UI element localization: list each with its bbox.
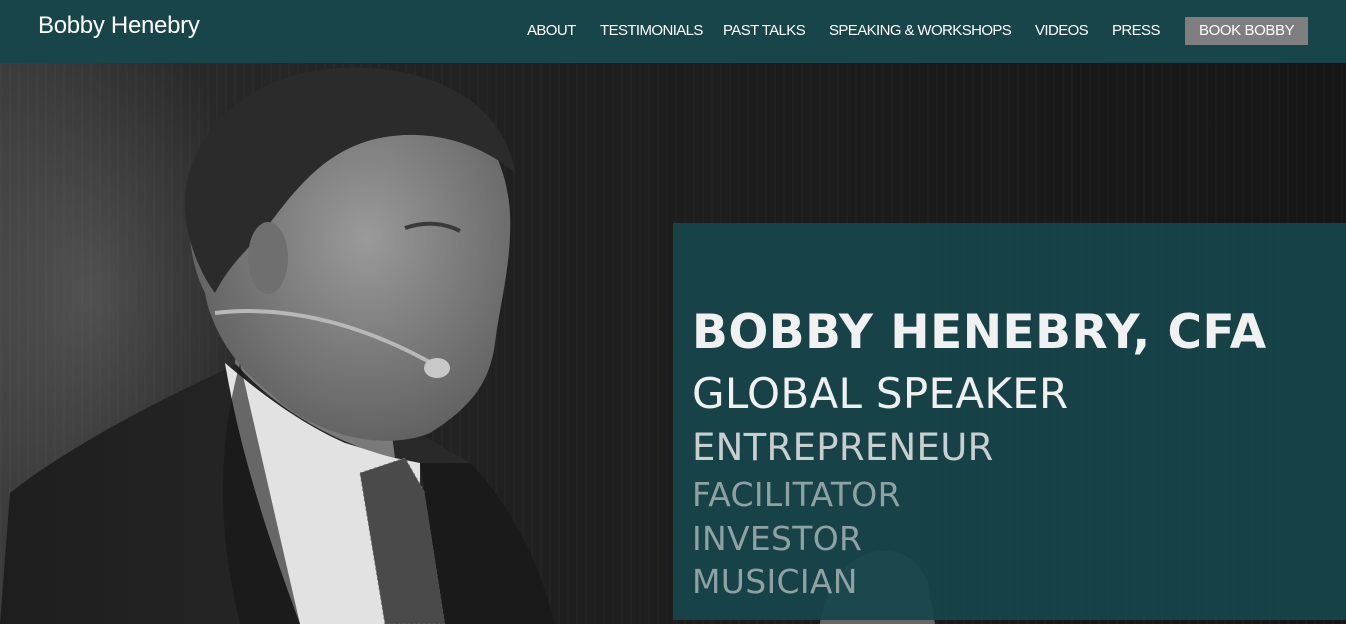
nav-press-link[interactable]: PRESS bbox=[1112, 17, 1160, 45]
main-nav: ABOUT TESTIMONIALS PAST TALKS SPEAKING &… bbox=[0, 17, 1346, 45]
hero-name-heading: BOBBY HENEBRY, CFA bbox=[692, 305, 1267, 360]
nav-testimonials-link[interactable]: TESTIMONIALS bbox=[600, 17, 703, 45]
role-entrepreneur: ENTREPRENEUR bbox=[692, 426, 994, 469]
nav-videos-link[interactable]: VIDEOS bbox=[1035, 17, 1089, 45]
role-facilitator: FACILITATOR bbox=[692, 475, 901, 514]
role-global-speaker: GLOBAL SPEAKER bbox=[692, 369, 1069, 418]
nav-past-talks-link[interactable]: PAST TALKS bbox=[723, 17, 806, 45]
hero-section: BOBBY HENEBRY, CFA GLOBAL SPEAKER ENTREP… bbox=[0, 63, 1346, 624]
top-navigation-bar: Bobby Henebry ABOUT TESTIMONIALS PAST TA… bbox=[0, 0, 1346, 63]
nav-speaking-workshops-link[interactable]: SPEAKING & WORKSHOPS bbox=[829, 17, 1012, 45]
hero-title-panel: BOBBY HENEBRY, CFA GLOBAL SPEAKER ENTREP… bbox=[673, 223, 1346, 620]
nav-about-link[interactable]: ABOUT bbox=[527, 17, 576, 45]
role-musician: MUSICIAN bbox=[692, 562, 858, 601]
book-bobby-button[interactable]: BOOK BOBBY bbox=[1185, 17, 1309, 45]
role-investor: INVESTOR bbox=[692, 519, 863, 558]
